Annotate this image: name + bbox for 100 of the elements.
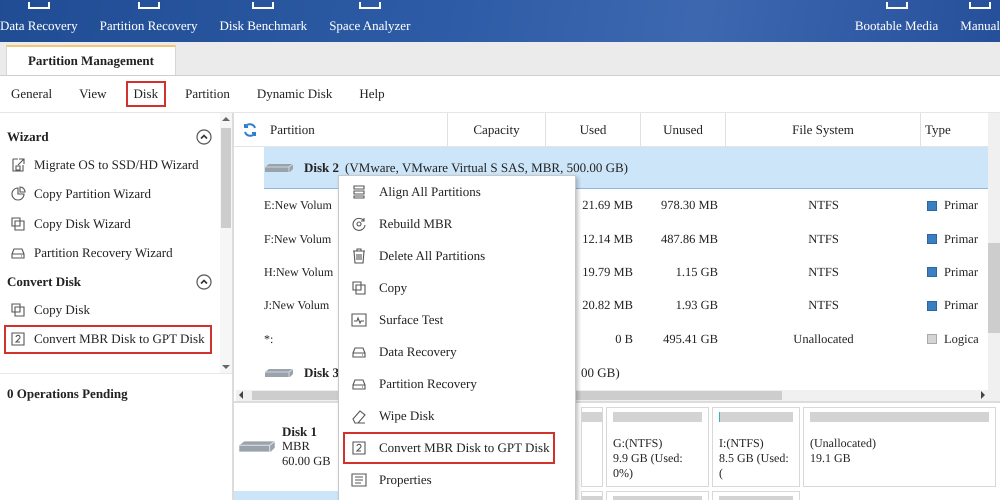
column-header[interactable]: Unused: [641, 113, 726, 146]
partition-label: I:(NTFS): [719, 436, 765, 451]
scroll-up-icon[interactable]: [222, 116, 230, 122]
partition-block[interactable]: G:(NTFS) 9.9 GB (Used: 0%): [606, 406, 709, 487]
scroll-left-icon[interactable]: [238, 391, 244, 400]
menu-item[interactable]: General: [3, 81, 60, 107]
table-cell: 978.30 MB: [661, 198, 718, 212]
eraser-icon: [351, 408, 367, 424]
context-menu-item[interactable]: Properties: [343, 464, 555, 496]
menu-item[interactable]: Dynamic Disk: [248, 81, 340, 107]
table-cell: Primar: [944, 198, 978, 214]
copy-icon: [351, 280, 367, 296]
refresh-icon[interactable]: [242, 122, 258, 138]
column-header[interactable]: Capacity: [448, 113, 546, 146]
disk-icon: [238, 440, 276, 454]
sidebar-item[interactable]: Partition Recovery Wizard: [4, 238, 212, 268]
table-cell: NTFS: [808, 232, 839, 246]
pulse-icon: [351, 312, 367, 328]
scrollbar[interactable]: [220, 113, 232, 373]
partition-block[interactable]: (Unallocated) 19.1 GB: [803, 406, 996, 487]
disk-icon: [264, 162, 294, 172]
disk-size: 60.00 GB: [282, 454, 331, 470]
scroll-down-icon[interactable]: [222, 364, 230, 370]
copy-icon: [10, 216, 26, 232]
context-menu-item[interactable]: Surface Test: [343, 304, 555, 336]
partition-size: 8.5 GB (Used: (: [719, 450, 790, 481]
disk-icon: [264, 368, 294, 378]
table-cell: Primar: [944, 264, 978, 280]
window-icon: [886, 2, 908, 10]
partition-label: (Unallocated): [810, 436, 877, 451]
toolbar-button[interactable]: Manual: [960, 2, 1000, 34]
table-cell: 12.14 MB: [582, 232, 633, 246]
collapse-icon[interactable]: [196, 128, 212, 144]
toolbar-button[interactable]: Data Recovery: [0, 2, 78, 34]
menu-item[interactable]: Partition: [177, 81, 238, 107]
toolbar-button[interactable]: Bootable Media: [854, 2, 938, 34]
copy-icon: [10, 302, 26, 318]
sidebar-item[interactable]: Convert MBR Disk to GPT Disk: [4, 324, 212, 354]
table-cell: E:New Volum: [264, 198, 332, 212]
pie-chart-icon: [10, 186, 26, 202]
disk-name: Disk 3: [304, 364, 340, 381]
table-cell: Primar: [944, 298, 978, 314]
context-menu-item[interactable]: Wipe Disk: [343, 400, 555, 432]
column-header[interactable]: Partition: [270, 122, 315, 138]
toolbar-button[interactable]: Partition Recovery: [100, 2, 198, 34]
table-cell: 20.82 MB: [582, 298, 633, 312]
table-cell: 495.41 GB: [663, 332, 718, 346]
window-icon: [358, 2, 381, 10]
migrate-icon: [10, 156, 26, 173]
window-icon: [138, 2, 160, 10]
convert-icon: [351, 440, 367, 456]
table-cell: 21.69 MB: [582, 198, 633, 212]
scrollbar[interactable]: [988, 113, 1000, 401]
partition-block[interactable]: I:(NTFS) 8.5 GB (Used: (: [712, 406, 800, 487]
window-icon: [28, 2, 50, 10]
column-header[interactable]: Used: [546, 113, 641, 146]
table-cell: 1.15 GB: [676, 264, 718, 279]
disk-details: 00 GB): [581, 364, 620, 381]
sidebar-item[interactable]: Copy Disk: [4, 295, 212, 324]
trash-icon: [351, 248, 367, 264]
column-header[interactable]: Type: [921, 113, 988, 146]
ribbon-tab[interactable]: Partition Management: [6, 45, 176, 75]
usage-bar: [582, 412, 602, 422]
table-cell: 0 B: [615, 332, 633, 346]
disk-name: Disk 1: [282, 424, 318, 440]
sidebar-item[interactable]: Migrate OS to SSD/HD Wizard: [4, 150, 212, 180]
table-cell: F:New Volum: [264, 232, 332, 246]
context-menu-item[interactable]: Convert MBR Disk to GPT Disk: [343, 432, 555, 464]
menu-item[interactable]: Help: [351, 81, 393, 107]
disk-style: MBR: [282, 439, 311, 454]
toolbar-button[interactable]: Disk Benchmark: [219, 2, 308, 34]
partition-size: 9.9 GB (Used: 0%): [613, 450, 684, 481]
disk-info-panel[interactable]: Disk 1 MBR 60.00 GB: [234, 406, 338, 487]
disk-details: (VMware, VMware Virtual S SAS, MBR, 500.00 GB): [345, 160, 628, 176]
table-cell: Unallocated: [793, 332, 854, 346]
context-menu-item[interactable]: Copy: [343, 272, 555, 304]
context-menu-item[interactable]: Delete All Partitions: [343, 240, 555, 272]
toolbar-button[interactable]: Space Analyzer: [329, 2, 410, 34]
rebuild-icon: [351, 216, 367, 232]
sidebar-item[interactable]: Copy Disk Wizard: [4, 209, 212, 238]
scroll-right-icon[interactable]: [980, 391, 986, 400]
table-cell: J:New Volum: [264, 298, 330, 312]
partition-label: G:(NTFS): [613, 436, 664, 451]
window-icon: [969, 2, 992, 10]
table-cell: 19.79 MB: [582, 264, 633, 279]
window-icon: [252, 2, 274, 10]
partition-block[interactable]: [581, 406, 603, 487]
context-menu-item[interactable]: Partition Recovery: [343, 368, 555, 400]
stack-icon: [351, 184, 367, 200]
column-header[interactable]: File System: [726, 113, 921, 146]
convert-icon: [10, 331, 26, 348]
menu-item[interactable]: Disk: [126, 81, 166, 107]
table-cell: Logica: [944, 332, 979, 347]
table-cell: NTFS: [808, 298, 839, 312]
menu-item[interactable]: View: [71, 81, 115, 107]
table-cell: H:New Volum: [264, 264, 334, 279]
context-menu-item[interactable]: Rebuild MBR: [343, 208, 555, 240]
sidebar-item[interactable]: Copy Partition Wizard: [4, 180, 212, 209]
collapse-icon[interactable]: [196, 274, 212, 290]
context-menu-item[interactable]: Data Recovery: [343, 336, 555, 368]
